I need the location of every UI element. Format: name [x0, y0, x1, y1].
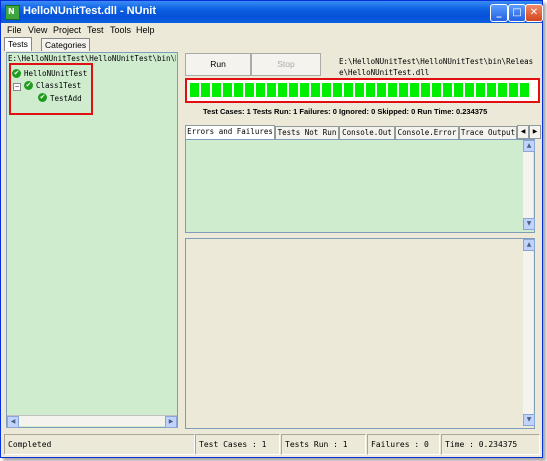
menu-view[interactable]: View — [28, 25, 47, 35]
collapse-icon[interactable]: − — [13, 83, 21, 91]
pass-icon: ✔ — [38, 93, 47, 102]
tab-console-error[interactable]: Console.Error — [395, 126, 459, 139]
progress-segment — [443, 83, 452, 97]
stack-trace-scrollbar[interactable]: ▲ ▼ — [523, 239, 535, 426]
menu-project[interactable]: Project — [53, 25, 81, 35]
progress-segment — [278, 83, 287, 97]
close-button[interactable]: ✕ — [525, 4, 543, 22]
progress-segment — [454, 83, 463, 97]
status-time: Time : 0.234375 — [441, 434, 540, 455]
status-failures: Failures : 0 — [367, 434, 440, 455]
window-title: HelloNUnitTest.dll - NUnit — [23, 5, 157, 17]
progress-segment — [410, 83, 419, 97]
assembly-path: E:\HelloNUnitTest\HelloNUnitTest\bin\Rel… — [339, 56, 539, 78]
progress-segment — [366, 83, 375, 97]
scroll-left-icon[interactable]: ◀ — [7, 416, 19, 428]
tab-tests[interactable]: Tests — [4, 37, 32, 51]
nunit-app-icon: N — [5, 5, 20, 20]
menu-file[interactable]: File — [7, 25, 22, 35]
app-icon-letter: N — [8, 7, 15, 16]
tab-console-out[interactable]: Console.Out — [339, 126, 395, 139]
tree-highlight: ✔ HelloNUnitTest − ✔ Class1Test ✔ TestAd… — [9, 63, 93, 115]
progress-segment — [333, 83, 342, 97]
status-tests-run: Tests Run : 1 — [281, 434, 366, 455]
progress-segment — [520, 83, 529, 97]
tree-node-testadd[interactable]: TestAdd — [50, 94, 82, 103]
tab-categories[interactable]: Categories — [41, 38, 91, 51]
errors-and-failures-pane: ▲ ▼ — [185, 139, 535, 233]
progress-segment — [344, 83, 353, 97]
progress-segment — [476, 83, 485, 97]
menu-bar: File View Project Test Tools Help — [1, 23, 542, 37]
assembly-path-line2: e\HelloNUnitTest.dll — [339, 68, 430, 77]
tab-scroll-right-icon[interactable]: ▶ — [529, 125, 541, 139]
scroll-up-icon[interactable]: ▲ — [523, 140, 535, 152]
pass-icon: ✔ — [12, 69, 21, 78]
progress-segment — [399, 83, 408, 97]
status-bar: Completed Test Cases : 1 Tests Run : 1 F… — [1, 432, 542, 456]
minimize-button[interactable]: _ — [490, 4, 508, 22]
progress-segment — [201, 83, 210, 97]
tab-errors-and-failures[interactable]: Errors and Failures — [185, 125, 275, 139]
scroll-right-icon[interactable]: ▶ — [165, 416, 177, 428]
progress-segment — [223, 83, 232, 97]
progress-segment — [234, 83, 243, 97]
progress-fill — [190, 83, 531, 97]
stack-trace-pane: ▲ ▼ — [185, 238, 535, 429]
scroll-down-icon[interactable]: ▼ — [523, 218, 535, 230]
progress-segment — [245, 83, 254, 97]
title-bar: N HelloNUnitTest.dll - NUnit _ □ ✕ — [1, 1, 543, 23]
progress-segment — [190, 83, 199, 97]
tab-tests-not-run[interactable]: Tests Not Run — [275, 126, 339, 139]
scroll-down-icon[interactable]: ▼ — [523, 414, 535, 426]
pass-icon: ✔ — [24, 81, 33, 90]
menu-tools[interactable]: Tools — [110, 25, 131, 35]
maximize-button[interactable]: □ — [508, 4, 526, 22]
tree-node-class1test[interactable]: Class1Test — [36, 81, 81, 90]
run-button[interactable]: Run — [185, 53, 251, 76]
progress-segment — [256, 83, 265, 97]
progress-segment — [311, 83, 320, 97]
scroll-up-icon[interactable]: ▲ — [523, 239, 535, 251]
progress-segment — [465, 83, 474, 97]
test-tree-panel: E:\HelloNUnitTest\HelloNUnitTest\bin\Rel… — [6, 52, 178, 428]
tab-trace-output[interactable]: Trace Output — [459, 126, 517, 139]
progress-segment — [421, 83, 430, 97]
tree-horizontal-scrollbar[interactable]: ◀ ▶ — [7, 415, 177, 428]
assembly-path-line1: E:\HelloNUnitTest\HelloNUnitTest\bin\Rel… — [339, 57, 534, 66]
progress-bar — [185, 78, 540, 103]
progress-segment — [498, 83, 507, 97]
nunit-window: N HelloNUnitTest.dll - NUnit _ □ ✕ File … — [0, 0, 543, 458]
progress-segment — [300, 83, 309, 97]
run-summary: Test Cases: 1 Tests Run: 1 Failures: 0 I… — [203, 107, 488, 116]
tab-scroll-left-icon[interactable]: ◀ — [517, 125, 529, 139]
progress-segment — [432, 83, 441, 97]
tree-node-hellonunittest[interactable]: HelloNUnitTest — [24, 69, 87, 78]
progress-segment — [388, 83, 397, 97]
progress-segment — [289, 83, 298, 97]
progress-segment — [355, 83, 364, 97]
status-text: Completed — [4, 434, 195, 455]
menu-help[interactable]: Help — [136, 25, 155, 35]
progress-segment — [487, 83, 496, 97]
progress-segment — [509, 83, 518, 97]
status-test-cases: Test Cases : 1 — [195, 434, 280, 455]
progress-segment — [212, 83, 221, 97]
menu-test[interactable]: Test — [87, 25, 104, 35]
stop-button[interactable]: Stop — [251, 53, 321, 76]
errors-vertical-scrollbar[interactable]: ▲ ▼ — [523, 140, 535, 230]
progress-segment — [322, 83, 331, 97]
progress-segment — [267, 83, 276, 97]
progress-segment — [377, 83, 386, 97]
